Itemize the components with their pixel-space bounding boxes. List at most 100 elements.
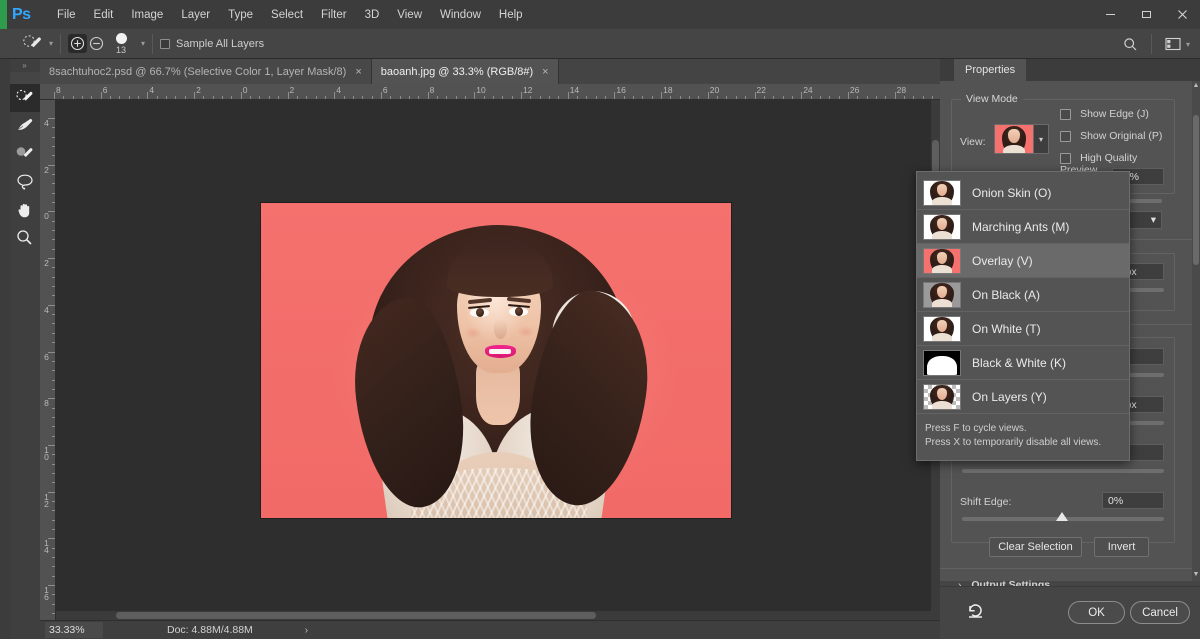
ruler-tick bbox=[904, 96, 905, 99]
ruler-tick bbox=[857, 96, 858, 99]
clear-selection-button[interactable]: Clear Selection bbox=[989, 537, 1082, 557]
menu-3d[interactable]: 3D bbox=[356, 5, 389, 25]
ruler-tick bbox=[642, 96, 643, 99]
minimize-button[interactable] bbox=[1092, 0, 1128, 29]
view-mode-dropdown[interactable]: Onion Skin (O) Marching Ants (M) Overlay (… bbox=[916, 171, 1130, 461]
ruler-tick bbox=[52, 193, 55, 194]
ruler-tick bbox=[484, 96, 485, 99]
ruler-tick bbox=[52, 529, 55, 530]
invert-button[interactable]: Invert bbox=[1094, 537, 1149, 557]
shift-edge-slider-knob[interactable] bbox=[1056, 512, 1068, 521]
view-mode-item[interactable]: On White (T) bbox=[917, 312, 1129, 346]
high-quality-preview-checkbox[interactable] bbox=[1060, 153, 1071, 164]
menu-image[interactable]: Image bbox=[122, 5, 172, 25]
photoshop-logo: Ps bbox=[12, 6, 40, 24]
view-mode-item[interactable]: Onion Skin (O) bbox=[917, 176, 1129, 210]
shift-edge-label: Shift Edge: bbox=[960, 496, 1011, 508]
ruler-tick bbox=[783, 96, 784, 99]
view-swatch-control[interactable]: ▾ bbox=[994, 124, 1049, 154]
horizontal-ruler[interactable]: 8642024681012141618202224262830 bbox=[40, 84, 940, 100]
ruler-label: 18 bbox=[663, 85, 672, 95]
menu-help[interactable]: Help bbox=[490, 5, 532, 25]
properties-panel-scrollbar[interactable]: ▲ ▼ bbox=[1192, 81, 1200, 581]
scrollbar-thumb[interactable] bbox=[1193, 115, 1199, 265]
view-mode-chevron-down-icon[interactable]: ▾ bbox=[1034, 124, 1049, 154]
show-original-checkbox[interactable] bbox=[1060, 131, 1071, 142]
status-expand-icon[interactable]: › bbox=[305, 625, 308, 636]
cheek-left bbox=[464, 327, 482, 339]
document-tab-baoanh[interactable]: baoanh.jpg @ 33.3% (RGB/8#) × bbox=[372, 59, 559, 84]
menu-filter[interactable]: Filter bbox=[312, 5, 356, 25]
view-mode-swatch[interactable] bbox=[994, 124, 1034, 154]
tab-properties[interactable]: Properties bbox=[954, 59, 1026, 81]
menu-window[interactable]: Window bbox=[431, 5, 490, 25]
menu-edit[interactable]: Edit bbox=[85, 5, 123, 25]
ruler-tick bbox=[344, 96, 345, 99]
canvas-area[interactable] bbox=[56, 100, 940, 620]
show-edge-row[interactable]: Show Edge (J) bbox=[1060, 108, 1149, 120]
add-to-selection-button[interactable] bbox=[68, 34, 87, 53]
document-tab-8sachtuhoc2[interactable]: 8sachtuhoc2.psd @ 66.7% (Selective Color… bbox=[40, 59, 372, 84]
vertical-ruler[interactable]: 42024681012141618 bbox=[40, 100, 56, 620]
tool-hand[interactable] bbox=[10, 196, 40, 224]
chevron-down-icon[interactable]: ▾ bbox=[49, 39, 53, 48]
brush-size-picker[interactable]: 13 bbox=[106, 33, 136, 55]
ruler-tick bbox=[52, 127, 55, 128]
menu-view[interactable]: View bbox=[388, 5, 431, 25]
status-bar: 33.33% Doc: 4.88M/4.88M › bbox=[40, 620, 940, 639]
ruler-label: 8 bbox=[42, 400, 51, 407]
ruler-tick bbox=[820, 96, 821, 99]
contrast-slider[interactable] bbox=[962, 469, 1164, 473]
ruler-tick bbox=[885, 96, 886, 99]
ruler-tick bbox=[110, 96, 111, 99]
view-mode-item[interactable]: Marching Ants (M) bbox=[917, 210, 1129, 244]
ruler-label: 10 bbox=[476, 85, 485, 95]
menu-layer[interactable]: Layer bbox=[172, 5, 219, 25]
subtract-from-selection-button[interactable] bbox=[87, 34, 106, 53]
tool-refine-edge-brush[interactable] bbox=[10, 112, 40, 140]
view-mode-item[interactable]: Overlay (V) bbox=[917, 244, 1129, 278]
close-icon[interactable]: × bbox=[542, 66, 548, 78]
tool-quick-selection-brush[interactable] bbox=[10, 84, 40, 112]
menu-type[interactable]: Type bbox=[219, 5, 262, 25]
close-button[interactable] bbox=[1164, 0, 1200, 29]
reset-button[interactable] bbox=[966, 601, 985, 623]
show-original-row[interactable]: Show Original (P) bbox=[1060, 130, 1162, 142]
search-button[interactable] bbox=[1117, 37, 1144, 52]
active-tool-preset[interactable]: ▾ bbox=[22, 34, 53, 54]
view-mode-item-label: Marching Ants (M) bbox=[972, 220, 1069, 234]
menu-select[interactable]: Select bbox=[262, 5, 312, 25]
show-edge-checkbox[interactable] bbox=[1060, 109, 1071, 120]
window-controls bbox=[1092, 0, 1200, 29]
cancel-button[interactable]: Cancel bbox=[1130, 601, 1190, 624]
sample-all-layers-checkbox[interactable] bbox=[160, 39, 170, 49]
menu-file[interactable]: File bbox=[48, 5, 85, 25]
ruler-tick bbox=[52, 501, 55, 502]
shift-edge-field[interactable]: 0% bbox=[1102, 492, 1164, 509]
maximize-button[interactable] bbox=[1128, 0, 1164, 29]
scroll-down-arrow-icon[interactable]: ▼ bbox=[1192, 570, 1200, 579]
view-mode-item[interactable]: On Layers (Y) bbox=[917, 380, 1129, 414]
ruler-tick bbox=[101, 92, 102, 99]
ruler-tick bbox=[297, 96, 298, 99]
brush-options-chevron-icon[interactable]: ▾ bbox=[141, 39, 145, 48]
view-mode-thumbnail bbox=[923, 282, 961, 308]
scrollbar-thumb[interactable] bbox=[116, 612, 596, 619]
document-canvas[interactable] bbox=[261, 203, 731, 518]
workspace-switcher-button[interactable]: ▾ bbox=[1159, 37, 1196, 51]
ok-button[interactable]: OK bbox=[1068, 601, 1125, 624]
ruler-tick bbox=[52, 566, 55, 567]
tool-zoom[interactable] bbox=[10, 224, 40, 252]
scroll-up-arrow-icon[interactable]: ▲ bbox=[1192, 81, 1200, 90]
shift-edge-slider[interactable] bbox=[962, 517, 1164, 521]
zoom-level-field[interactable]: 33.33% bbox=[45, 622, 103, 638]
tool-lasso[interactable] bbox=[10, 168, 40, 196]
view-mode-item[interactable]: Black & White (K) bbox=[917, 346, 1129, 380]
ruler-tick bbox=[52, 510, 55, 511]
canvas-horizontal-scrollbar[interactable] bbox=[56, 611, 940, 620]
tool-brush[interactable] bbox=[10, 140, 40, 168]
view-mode-item[interactable]: On Black (A) bbox=[917, 278, 1129, 312]
close-icon[interactable]: × bbox=[355, 66, 361, 78]
ruler-label: 12 bbox=[42, 494, 51, 508]
collapse-panel-icon[interactable]: » bbox=[10, 59, 40, 72]
